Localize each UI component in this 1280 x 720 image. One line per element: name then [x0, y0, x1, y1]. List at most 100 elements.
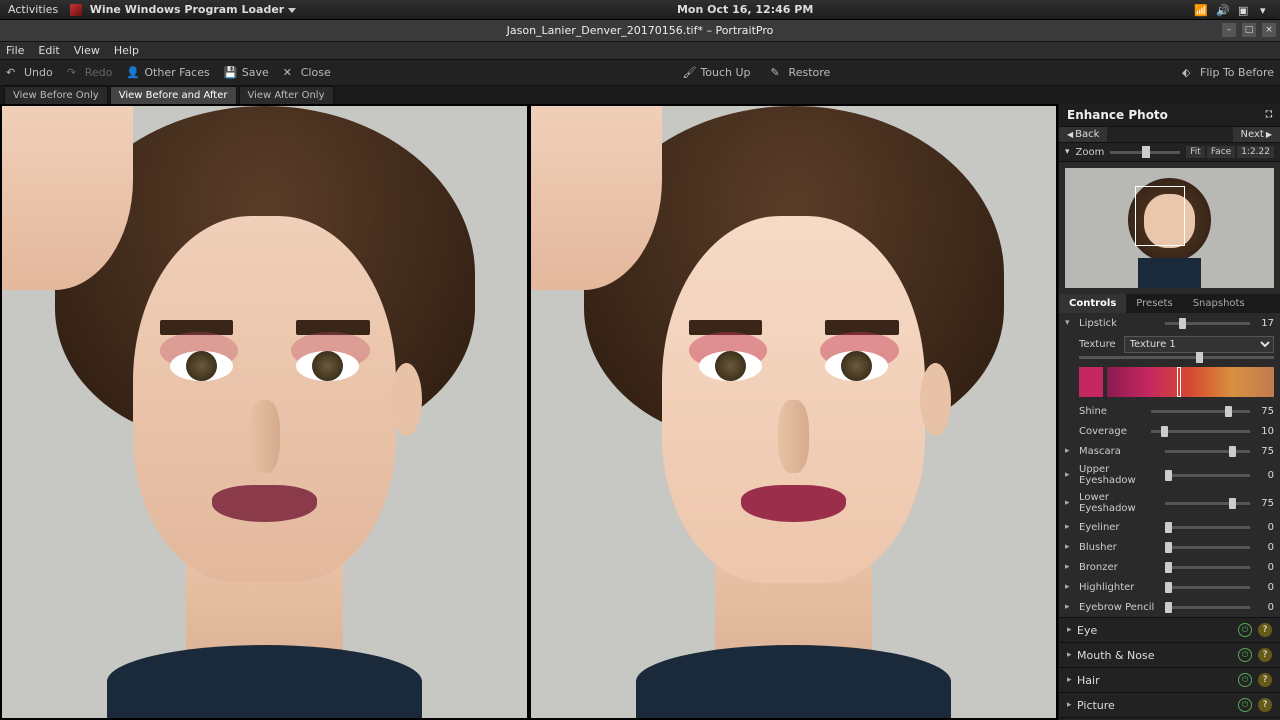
- touch-up-button[interactable]: 🖌Touch Up: [682, 66, 750, 80]
- current-app[interactable]: Wine Windows Program Loader: [70, 3, 296, 16]
- chevron-right-icon[interactable]: ▸: [1065, 542, 1073, 552]
- lipstick-color-row: [1059, 363, 1280, 401]
- lipstick-color-swatch[interactable]: [1079, 367, 1103, 397]
- lipstick-texture-row: Texture Texture 1: [1059, 333, 1280, 356]
- navigator-thumbnail[interactable]: [1059, 162, 1280, 294]
- chevron-right-icon[interactable]: ▸: [1065, 582, 1073, 592]
- help-icon[interactable]: ?: [1258, 698, 1272, 712]
- menu-edit[interactable]: Edit: [38, 44, 59, 57]
- zoom-label: Zoom: [1076, 147, 1105, 158]
- panel-expand-icon[interactable]: ⛶: [1266, 110, 1272, 120]
- maximize-button[interactable]: □: [1242, 23, 1256, 37]
- chevron-right-icon: ▸: [1067, 700, 1077, 710]
- lipstick-row: ▾ Lipstick 17: [1059, 313, 1280, 333]
- shine-slider[interactable]: [1151, 410, 1250, 413]
- back-button[interactable]: Back: [1059, 127, 1107, 142]
- tab-view-before-only[interactable]: View Before Only: [4, 86, 108, 104]
- zoom-control: ▾ Zoom Fit Face 1:2.22: [1059, 143, 1280, 162]
- before-pane: Before: [2, 106, 527, 718]
- side-panel: Enhance Photo ⛶ Back Next ▾ Zoom Fit Fac…: [1058, 104, 1280, 720]
- chevron-right-icon[interactable]: ▸: [1065, 602, 1073, 612]
- power-toggle[interactable]: ⏻: [1238, 623, 1252, 637]
- power-toggle[interactable]: ⏻: [1238, 698, 1252, 712]
- navigator-viewport-rect[interactable]: [1135, 186, 1185, 246]
- chevron-right-icon[interactable]: ▸: [1065, 446, 1073, 456]
- section-mouth-nose[interactable]: ▸ Mouth & Nose ⏻ ?: [1059, 642, 1280, 667]
- blusher-slider[interactable]: [1165, 546, 1250, 549]
- volume-icon[interactable]: 🔊: [1216, 4, 1228, 16]
- next-button[interactable]: Next: [1233, 127, 1280, 142]
- clock[interactable]: Mon Oct 16, 12:46 PM: [296, 3, 1194, 16]
- zoom-value[interactable]: 1:2.22: [1237, 146, 1274, 158]
- lipstick-texture-select[interactable]: Texture 1: [1124, 336, 1274, 353]
- mascara-slider[interactable]: [1165, 450, 1250, 453]
- tab-snapshots[interactable]: Snapshots: [1183, 294, 1255, 313]
- shine-row: Shine 75: [1059, 401, 1280, 421]
- image-viewport[interactable]: Before After: [0, 104, 1058, 720]
- chevron-down-icon[interactable]: ▾: [1065, 318, 1073, 328]
- help-icon[interactable]: ?: [1258, 673, 1272, 687]
- panel-title: Enhance Photo ⛶: [1059, 104, 1280, 126]
- menu-view[interactable]: View: [74, 44, 100, 57]
- tab-controls[interactable]: Controls: [1059, 294, 1126, 313]
- save-icon: 💾: [224, 66, 238, 80]
- chevron-right-icon[interactable]: ▸: [1065, 498, 1073, 508]
- zoom-slider[interactable]: [1110, 151, 1180, 154]
- eyebrow-pencil-row: ▸ Eyebrow Pencil 0: [1059, 597, 1280, 617]
- zoom-fit-button[interactable]: Fit: [1186, 146, 1205, 158]
- activities-button[interactable]: Activities: [8, 3, 58, 16]
- upper-eyeshadow-slider[interactable]: [1165, 474, 1250, 477]
- power-toggle[interactable]: ⏻: [1238, 648, 1252, 662]
- tab-view-before-after[interactable]: View Before and After: [110, 86, 237, 104]
- redo-button[interactable]: ↷Redo: [67, 66, 113, 80]
- controls-scroll[interactable]: ▾ Lipstick 17 Texture Texture 1 Shine 75…: [1059, 313, 1280, 720]
- after-pane: After: [531, 106, 1056, 718]
- power-toggle[interactable]: ⏻: [1238, 673, 1252, 687]
- flip-icon: ⬖: [1182, 66, 1196, 80]
- lipstick-slider[interactable]: [1165, 322, 1250, 325]
- chevron-right-icon[interactable]: ▸: [1065, 522, 1073, 532]
- close-button[interactable]: ✕Close: [283, 66, 331, 80]
- lipstick-color-strip[interactable]: [1107, 367, 1274, 397]
- tab-view-after-only[interactable]: View After Only: [239, 86, 334, 104]
- chevron-right-icon: ▸: [1067, 625, 1077, 635]
- chevron-right-icon: ▸: [1067, 650, 1077, 660]
- menu-file[interactable]: File: [6, 44, 24, 57]
- undo-button[interactable]: ↶Undo: [6, 66, 53, 80]
- restore-button[interactable]: ✎Restore: [771, 66, 831, 80]
- minimize-button[interactable]: –: [1222, 23, 1236, 37]
- save-button[interactable]: 💾Save: [224, 66, 269, 80]
- coverage-row: Coverage 10: [1059, 421, 1280, 441]
- chevron-right-icon[interactable]: ▸: [1065, 562, 1073, 572]
- eyeliner-slider[interactable]: [1165, 526, 1250, 529]
- chevron-right-icon: [1266, 129, 1272, 140]
- section-eye[interactable]: ▸ Eye ⏻ ?: [1059, 617, 1280, 642]
- view-mode-tabs: View Before Only View Before and After V…: [0, 86, 1280, 104]
- flip-to-before-button[interactable]: ⬖Flip To Before: [1182, 66, 1274, 80]
- lower-eyeshadow-row: ▸ Lower Eyeshadow 75: [1059, 489, 1280, 517]
- chevron-right-icon[interactable]: ▸: [1065, 470, 1073, 480]
- chevron-down-icon[interactable]: ▾: [1065, 147, 1070, 157]
- dropdown-icon[interactable]: ▾: [1260, 4, 1272, 16]
- help-icon[interactable]: ?: [1258, 623, 1272, 637]
- undo-icon: ↶: [6, 66, 20, 80]
- toolbar: ↶Undo ↷Redo 👤Other Faces 💾Save ✕Close 🖌T…: [0, 60, 1280, 86]
- coverage-slider[interactable]: [1151, 430, 1250, 433]
- redo-icon: ↷: [67, 66, 81, 80]
- zoom-face-button[interactable]: Face: [1207, 146, 1235, 158]
- section-picture[interactable]: ▸ Picture ⏻ ?: [1059, 692, 1280, 717]
- chevron-left-icon: [1067, 129, 1073, 140]
- menu-help[interactable]: Help: [114, 44, 139, 57]
- other-faces-button[interactable]: 👤Other Faces: [126, 66, 209, 80]
- network-icon[interactable]: 📶: [1194, 4, 1206, 16]
- tab-presets[interactable]: Presets: [1126, 294, 1182, 313]
- bronzer-slider[interactable]: [1165, 566, 1250, 569]
- battery-icon[interactable]: ▣: [1238, 4, 1250, 16]
- help-icon[interactable]: ?: [1258, 648, 1272, 662]
- lipstick-hue-position-slider[interactable]: [1079, 356, 1274, 359]
- section-hair[interactable]: ▸ Hair ⏻ ?: [1059, 667, 1280, 692]
- close-window-button[interactable]: ×: [1262, 23, 1276, 37]
- highlighter-slider[interactable]: [1165, 586, 1250, 589]
- lower-eyeshadow-slider[interactable]: [1165, 502, 1250, 505]
- eyebrow-pencil-slider[interactable]: [1165, 606, 1250, 609]
